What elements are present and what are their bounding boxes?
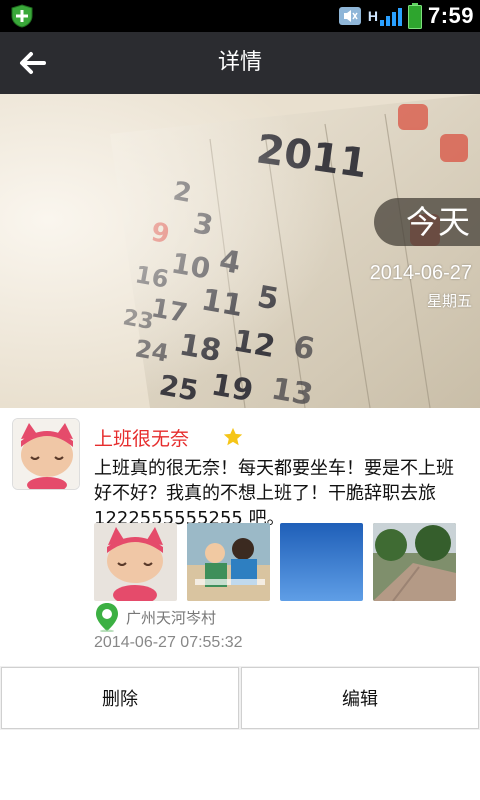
battery-icon: [407, 3, 422, 29]
hero-date: 2014-06-27: [369, 262, 472, 284]
today-badge: 今天: [374, 198, 480, 246]
signal-icon: [379, 6, 402, 26]
header-bar: 详情: [0, 32, 480, 95]
page-title: 详情: [217, 50, 262, 75]
photo-children[interactable]: [187, 523, 270, 601]
delete-button[interactable]: 删除: [1, 667, 239, 729]
post-card: 上班很无奈 上班真的很无奈！每天都要坐车！要是不上班好不好？我真的不想上班了！干…: [0, 408, 480, 666]
status-time: 7:59: [427, 3, 474, 28]
network-type-label: H: [367, 8, 378, 24]
star-icon: [223, 427, 243, 446]
location-row[interactable]: 广州天河岑村: [94, 602, 216, 632]
photo-doll[interactable]: [94, 523, 177, 601]
shield-plus-icon: [11, 4, 33, 28]
action-bar: 删除 编辑: [0, 666, 480, 730]
location-text: 广州天河岑村: [126, 608, 217, 627]
sound-muted-icon: [338, 7, 361, 25]
status-bar: H 7:59: [0, 0, 480, 32]
avatar[interactable]: [12, 418, 80, 490]
calendar-photo: 2011 2 3 4 9 10 11 16 17 18 23 24 25 5 1…: [0, 94, 480, 408]
edit-button[interactable]: 编辑: [241, 667, 479, 729]
hero-weekday: 星期五: [426, 292, 472, 310]
photo-gallery: [94, 523, 456, 601]
photo-street[interactable]: [373, 523, 456, 601]
photo-sky[interactable]: [280, 523, 363, 601]
post-body: 上班真的很无奈！每天都要坐车！要是不上班好不好？我真的不想上班了！干脆辞职去旅 …: [94, 458, 454, 529]
post-timestamp: 2014-06-27 07:55:32: [94, 634, 243, 651]
location-pin-icon: [96, 603, 118, 632]
hero-calendar-image: 2011 2 3 4 9 10 11 16 17 18 23 24 25 5 1…: [0, 94, 480, 408]
post-title: 上班很无奈: [94, 428, 190, 450]
